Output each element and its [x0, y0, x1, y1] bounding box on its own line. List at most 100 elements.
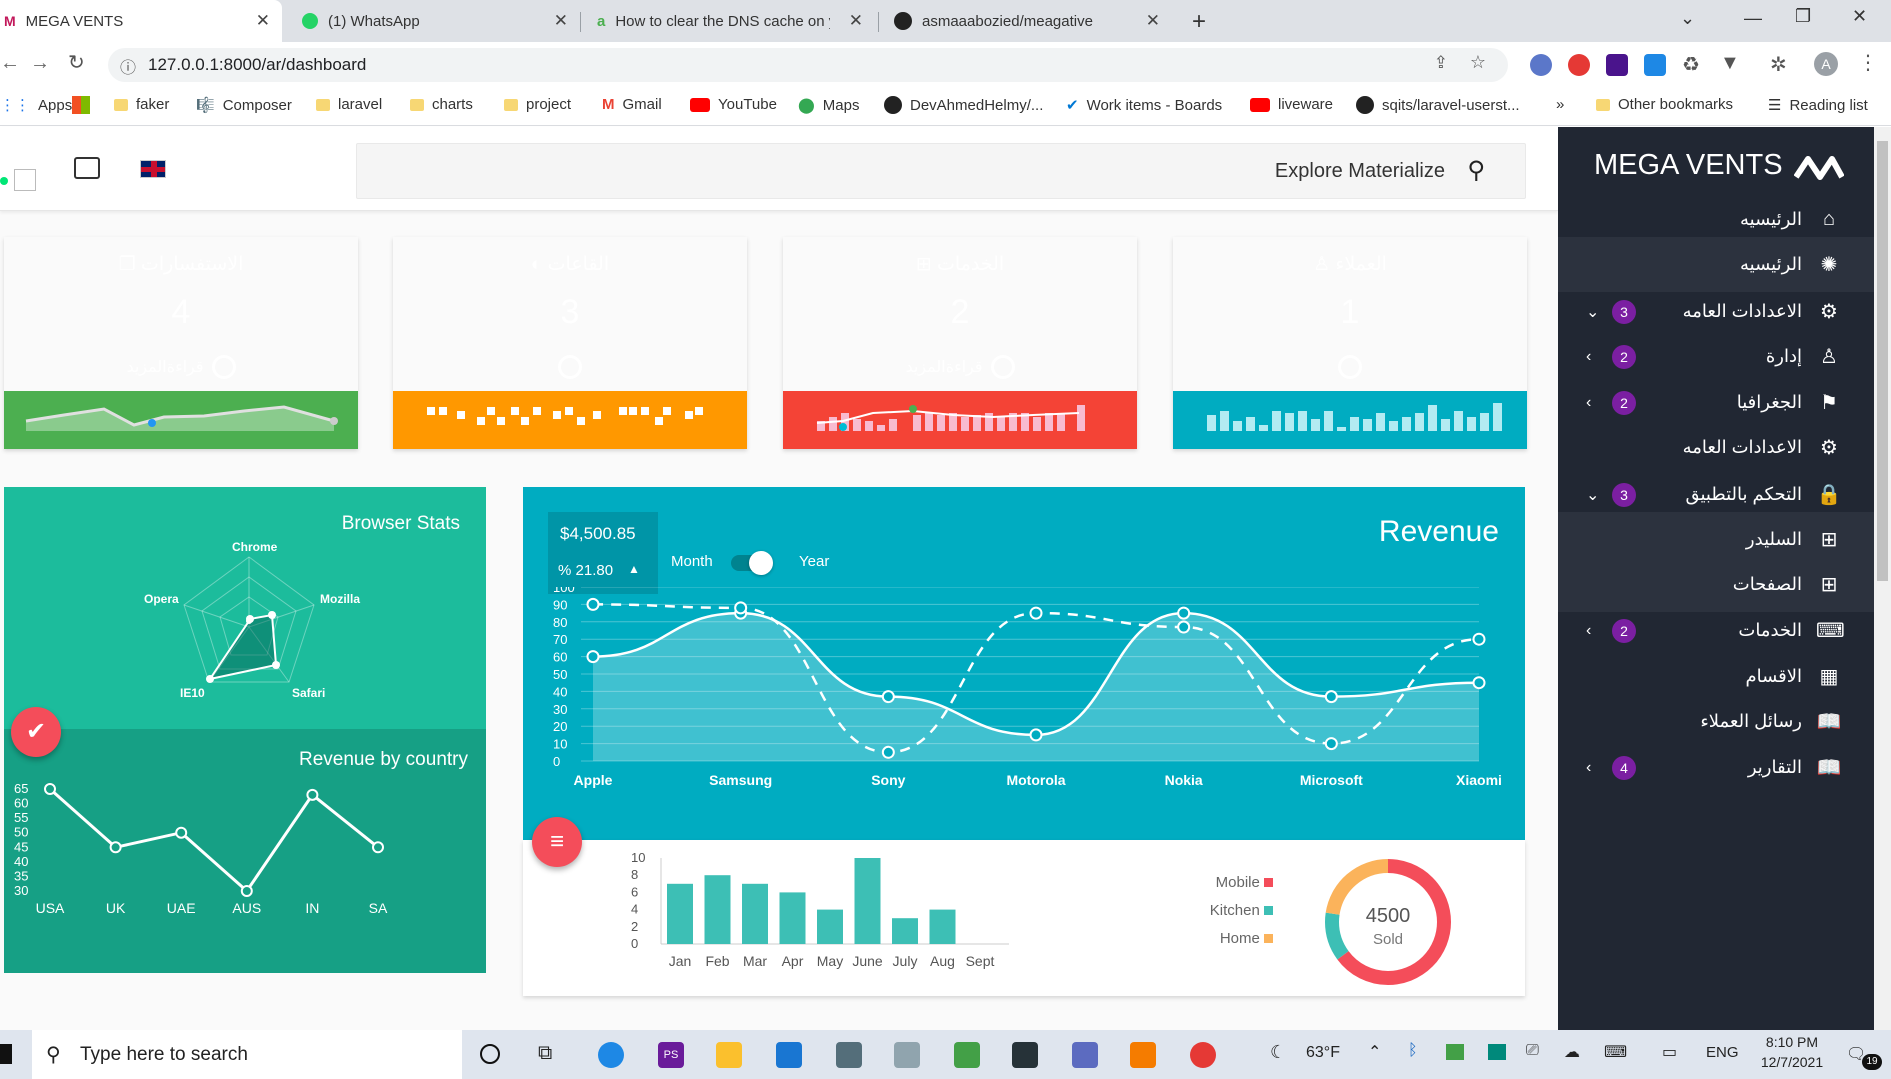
bookmark-sqits[interactable]: sqits/laravel-userst... [1356, 96, 1520, 114]
forward-icon[interactable]: → [30, 52, 50, 75]
tray-chevron-icon[interactable]: ⌃ [1368, 1042, 1381, 1062]
month-year-toggle[interactable] [731, 551, 773, 575]
close-tab-icon[interactable]: ✕ [1146, 11, 1160, 31]
stat-card-services[interactable]: ⊞ الخدمات 2 قراءةالمزيد [783, 237, 1137, 449]
tray-app-icon[interactable] [1488, 1044, 1506, 1060]
stat-card-clients[interactable]: ♙ العملاء 1 [1173, 237, 1527, 449]
tab-whatsapp[interactable]: (1) WhatsApp ✕ [290, 0, 580, 42]
minimize-icon[interactable]: — [1744, 8, 1762, 29]
file-explorer-icon[interactable] [716, 1042, 742, 1068]
chevron-left-icon[interactable]: ‹ [1586, 348, 1591, 366]
extension-icon[interactable]: ▼ [1720, 52, 1740, 75]
reading-list[interactable]: ☰ Reading list [1768, 96, 1868, 115]
bookmark-other[interactable]: Other bookmarks [1596, 96, 1733, 113]
chevron-down-icon[interactable]: ⌄ [1586, 302, 1599, 322]
phpstorm-icon[interactable]: PS [658, 1042, 684, 1068]
read-more-link[interactable] [393, 355, 747, 379]
bookmark-project[interactable]: project [504, 96, 571, 113]
clock[interactable]: 8:10 PM 12/7/2021 [1754, 1034, 1830, 1070]
app-icon[interactable] [894, 1042, 920, 1068]
task-view-icon[interactable]: ⧉ [538, 1042, 552, 1065]
fullscreen-icon[interactable] [74, 157, 100, 179]
more-bookmarks-icon[interactable]: » [1556, 96, 1564, 113]
read-more-link[interactable]: قراءةالمزيد [4, 355, 358, 379]
sidebar-item[interactable]: التقارير 📖 4 ‹ [1558, 740, 1874, 795]
scrollbar-thumb[interactable] [1877, 141, 1888, 581]
avatar[interactable] [14, 169, 36, 191]
chevron-left-icon[interactable]: ‹ [1586, 394, 1591, 412]
bookmark-star-icon[interactable]: ☆ [1470, 52, 1486, 73]
xampp-icon[interactable] [1130, 1042, 1156, 1068]
close-window-icon[interactable]: ✕ [1852, 6, 1867, 27]
bookmark-apps[interactable]: ⋮⋮ Apps [0, 96, 72, 115]
bookmark-gmail[interactable]: M Gmail [602, 96, 662, 113]
cortana-icon[interactable] [480, 1044, 500, 1064]
cloud-off-icon[interactable]: ☁ [1564, 1042, 1580, 1062]
bookmark-workitems[interactable]: ✔ Work items - Boards [1066, 96, 1222, 115]
weather-temp[interactable]: 63°F [1306, 1044, 1340, 1062]
tab-github[interactable]: asmaaabozied/meagative ✕ [882, 0, 1172, 42]
services-sparkline [783, 391, 1137, 449]
tab-search-icon[interactable]: ⌄ [1680, 8, 1695, 29]
check-fab-button[interactable]: ✔ [11, 707, 61, 757]
bookmark-composer[interactable]: 🎼 Composer [196, 96, 292, 115]
chevron-left-icon[interactable]: ‹ [1586, 759, 1591, 777]
display-icon[interactable]: ▭ [1662, 1042, 1677, 1062]
edge-icon[interactable] [598, 1042, 624, 1068]
bookmark-devahmed[interactable]: DevAhmedHelmy/... [884, 96, 1043, 114]
close-tab-icon[interactable]: ✕ [256, 11, 270, 31]
bluetooth-icon[interactable]: ᛒ [1408, 1042, 1418, 1060]
sidebar-scrollbar[interactable] [1874, 127, 1891, 1030]
toggle-knob[interactable] [749, 551, 773, 575]
close-tab-icon[interactable]: ✕ [554, 11, 568, 31]
search-icon[interactable]: ⚲ [1467, 156, 1485, 185]
bookmark-maps[interactable]: ⬤ Maps [798, 96, 859, 115]
uk-flag-icon[interactable] [140, 160, 166, 178]
filter-fab-button[interactable]: ≡ [532, 817, 582, 867]
bookmark-faker[interactable]: faker [114, 96, 169, 113]
app-icon[interactable] [1072, 1042, 1098, 1068]
git-icon[interactable] [954, 1042, 980, 1068]
bookmark-liveware[interactable]: liveware [1250, 96, 1333, 113]
bookmark-charts[interactable]: charts [410, 96, 473, 113]
reload-icon[interactable]: ↻ [68, 50, 85, 75]
bookmark-ms[interactable] [72, 96, 90, 114]
terminal-icon[interactable] [1012, 1042, 1038, 1068]
language-indicator[interactable]: ENG [1706, 1044, 1739, 1061]
extension-icon[interactable]: ♻ [1682, 52, 1700, 77]
bookmark-youtube[interactable]: YouTube [690, 96, 777, 113]
close-tab-icon[interactable]: ✕ [849, 11, 863, 31]
taskbar-search-input[interactable]: ⚲ Type here to search [32, 1030, 462, 1079]
tab-dns[interactable]: a How to clear the DNS cache on y ✕ [585, 0, 875, 42]
mail-icon[interactable] [776, 1042, 802, 1068]
keyboard-icon[interactable]: ⌨ [1604, 1042, 1627, 1062]
search-input[interactable]: Explore Materialize ⚲ [356, 143, 1526, 199]
extension-icon[interactable] [1606, 54, 1628, 76]
extension-icon[interactable] [1530, 54, 1552, 76]
chevron-left-icon[interactable]: ‹ [1586, 622, 1591, 640]
url-field[interactable]: ⓘ 127.0.0.1:8000/ar/dashboard ⇪ ☆ [108, 48, 1508, 82]
menu-kebab-icon[interactable]: ⋮ [1858, 50, 1878, 75]
profile-avatar[interactable]: A [1814, 52, 1838, 76]
nvidia-icon[interactable] [1446, 1044, 1464, 1060]
stat-card-inquiries[interactable]: ❐ الاستفسارات 4 قراءةالمزيد [4, 237, 358, 449]
info-icon[interactable]: ⓘ [120, 54, 136, 78]
back-icon[interactable]: ← [0, 52, 20, 75]
meet-icon[interactable]: ⎚ [1526, 1042, 1539, 1060]
chrome-icon[interactable] [1190, 1042, 1216, 1068]
stat-card-halls[interactable]: ◐ القاعات 3 [393, 237, 747, 449]
bookmark-laravel[interactable]: laravel [316, 96, 382, 113]
share-icon[interactable]: ⇪ [1434, 53, 1448, 73]
new-tab-icon[interactable]: + [1192, 8, 1206, 36]
chevron-down-icon[interactable]: ⌄ [1586, 485, 1599, 505]
extensions-puzzle-icon[interactable]: ✲ [1770, 52, 1787, 77]
sidebar-count-badge: 2 [1612, 390, 1636, 415]
extension-icon[interactable] [1568, 54, 1590, 76]
read-more-link[interactable] [1173, 355, 1527, 379]
tab-mega-vents[interactable]: M MEGA VENTS ✕ [0, 0, 282, 42]
extension-icon[interactable] [1644, 54, 1666, 76]
restore-icon[interactable]: ❐ [1795, 6, 1811, 27]
store-icon[interactable] [836, 1042, 862, 1068]
start-icon[interactable] [0, 1044, 12, 1064]
read-more-link[interactable]: قراءةالمزيد [783, 355, 1137, 379]
